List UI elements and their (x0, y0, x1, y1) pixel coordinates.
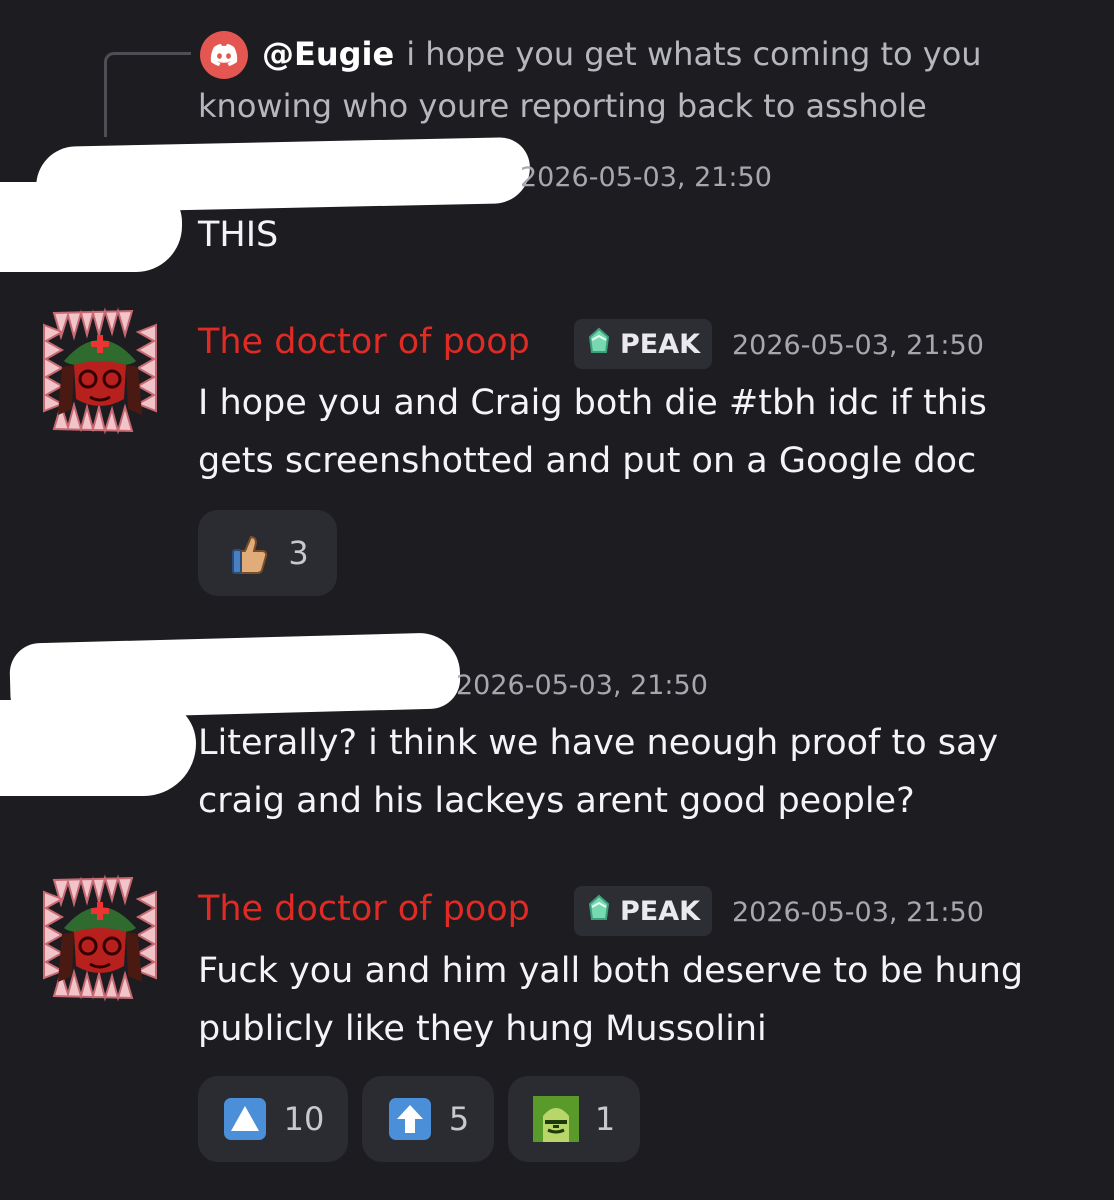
reaction-count: 1 (594, 1100, 616, 1138)
thumbs-up-icon (226, 530, 272, 576)
up-arrow-icon (387, 1096, 433, 1142)
message-2-text: I hope you and Craig both die #tbh idc i… (198, 383, 987, 481)
message-3-text: Literally? i think we have neough proof … (198, 723, 999, 821)
reply-author[interactable]: @Eugie (262, 35, 394, 73)
reaction-up-triangle[interactable]: 10 (198, 1076, 348, 1162)
reply-preview[interactable]: @Eugie i hope you get whats coming to you… (198, 28, 1078, 132)
reaction-count: 5 (448, 1100, 470, 1138)
custom-face-emoji-icon (532, 1096, 579, 1142)
reaction-count: 3 (288, 534, 309, 572)
message-4-text: Fuck you and him yall both deserve to be… (198, 951, 1024, 1049)
role-badge-label: PEAK (620, 895, 701, 927)
message-2-author[interactable]: The doctor of poop (198, 322, 530, 362)
redacted-avatar-1 (0, 182, 182, 272)
role-badge[interactable]: PEAK (574, 319, 713, 369)
message-4-timestamp: 2026-05-03, 21:50 (732, 897, 984, 928)
up-triangle-icon (222, 1096, 268, 1142)
role-badge[interactable]: PEAK (574, 886, 713, 936)
reaction-up-arrow[interactable]: 5 (362, 1076, 494, 1162)
redacted-avatar-2 (0, 700, 196, 796)
reaction-thumbs-up[interactable]: 3 (198, 510, 337, 596)
role-badge-label: PEAK (620, 328, 701, 360)
discord-icon (200, 31, 248, 79)
message-1-timestamp: 2026-05-03, 21:50 (520, 162, 772, 193)
peak-badge-icon (584, 326, 614, 363)
message-1-text: THIS (198, 215, 279, 255)
reply-connector (104, 52, 191, 137)
message-4-author[interactable]: The doctor of poop (198, 889, 530, 929)
peak-badge-icon (584, 893, 614, 930)
reaction-count: 10 (283, 1100, 325, 1138)
avatar[interactable] (40, 872, 160, 1002)
avatar[interactable] (40, 305, 160, 435)
reaction-custom-face[interactable]: 1 (508, 1076, 640, 1162)
message-2-timestamp: 2026-05-03, 21:50 (732, 330, 984, 361)
message-3-timestamp: 2026-05-03, 21:50 (456, 670, 708, 701)
